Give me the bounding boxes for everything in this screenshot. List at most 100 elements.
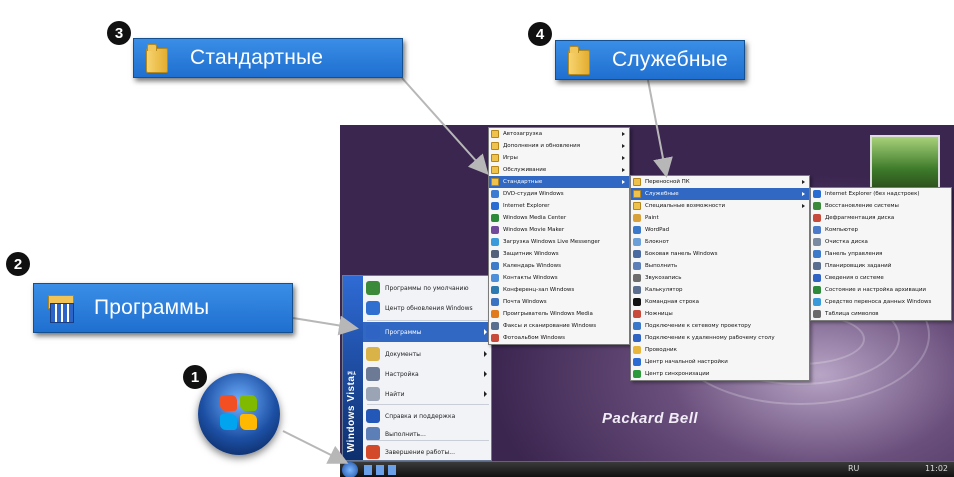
start-menu-item-label: Документы: [385, 350, 421, 358]
system-tools-submenu: Internet Explorer (без надстроек) Восстан…: [810, 187, 952, 321]
menu-item[interactable]: Панель управления: [811, 248, 951, 260]
menu-item[interactable]: Факсы и сканирование Windows: [489, 320, 629, 332]
menu-item[interactable]: Автозагрузка: [489, 128, 629, 140]
program-icon: [633, 250, 641, 258]
menu-item[interactable]: Почта Windows: [489, 296, 629, 308]
submenu-arrow-icon: [484, 391, 487, 397]
program-icon: [491, 238, 499, 246]
program-icon: [813, 226, 821, 234]
menu-item[interactable]: Windows Movie Maker: [489, 224, 629, 236]
menu-item[interactable]: Боковая панель Windows: [631, 248, 809, 260]
menu-item[interactable]: Восстановление системы: [811, 200, 951, 212]
start-menu-item[interactable]: Документы: [363, 344, 492, 364]
menu-item[interactable]: DVD-студия Windows: [489, 188, 629, 200]
program-icon: [491, 250, 499, 258]
menu-item[interactable]: Планировщик заданий: [811, 260, 951, 272]
menu-item[interactable]: Очистка диска: [811, 236, 951, 248]
menu-item[interactable]: Paint: [631, 212, 809, 224]
folder-icon: [146, 44, 168, 73]
run-icon: [366, 427, 380, 441]
menu-item[interactable]: Командная строка: [631, 296, 809, 308]
menu-item[interactable]: Переносной ПК: [631, 176, 809, 188]
quick-launch-icons[interactable]: [364, 465, 398, 475]
menu-item[interactable]: Календарь Windows: [489, 260, 629, 272]
menu-item[interactable]: Выполнить: [631, 260, 809, 272]
menu-item-label: DVD-студия Windows: [503, 191, 564, 197]
menu-item[interactable]: Калькулятор: [631, 284, 809, 296]
menu-item[interactable]: Ножницы: [631, 308, 809, 320]
menu-item[interactable]: Компьютер: [811, 224, 951, 236]
start-menu-item[interactable]: Завершение работы...: [363, 442, 492, 462]
start-menu-item-label: Справка и поддержка: [385, 412, 456, 420]
start-menu: Windows Vista™ Программы по умолчанию Цен…: [342, 275, 492, 461]
menu-item[interactable]: Проводник: [631, 344, 809, 356]
menu-item[interactable]: Звукозапись: [631, 272, 809, 284]
menu-item[interactable]: Подключение к удаленному рабочему столу: [631, 332, 809, 344]
arrow-1: [282, 430, 349, 464]
menu-item[interactable]: Таблица символов: [811, 308, 951, 320]
menu-item[interactable]: Блокнот: [631, 236, 809, 248]
tray-clock[interactable]: 11:02: [925, 464, 948, 473]
menu-item[interactable]: Служебные: [631, 188, 809, 200]
language-indicator[interactable]: RU: [848, 464, 859, 473]
start-menu-item[interactable]: Найти: [363, 384, 492, 404]
start-button[interactable]: [342, 462, 358, 477]
menu-item[interactable]: Проигрыватель Windows Media: [489, 308, 629, 320]
start-menu-band: Windows Vista™: [343, 276, 363, 460]
program-icon: [491, 202, 499, 210]
menu-item[interactable]: Internet Explorer (без надстроек): [811, 188, 951, 200]
windows-update-icon: [366, 301, 380, 315]
menu-item[interactable]: Защитник Windows: [489, 248, 629, 260]
menu-item-label: Контакты Windows: [503, 275, 558, 281]
submenu-arrow-icon: [484, 351, 487, 357]
menu-item[interactable]: Средство переноса данных Windows: [811, 296, 951, 308]
illustration-canvas: Packard Bell Windows Vista™ Программы по…: [0, 0, 954, 477]
start-menu-item[interactable]: Настройка: [363, 364, 492, 384]
desktop-photo-gadget[interactable]: [870, 135, 940, 193]
menu-item[interactable]: Специальные возможности: [631, 200, 809, 212]
menu-item[interactable]: WordPad: [631, 224, 809, 236]
program-icon: [633, 310, 641, 318]
start-menu-item[interactable]: Справка и поддержка: [363, 406, 492, 426]
menu-item[interactable]: Конференц-зал Windows: [489, 284, 629, 296]
shutdown-icon: [366, 445, 380, 459]
submenu-arrow-icon: [802, 192, 805, 196]
documents-icon: [366, 347, 380, 361]
start-menu-item[interactable]: Центр обновления Windows: [363, 298, 492, 318]
menu-item-label: Загрузка Windows Live Messenger: [503, 239, 601, 245]
program-icon: [633, 286, 641, 294]
start-menu-item[interactable]: Выполнить...: [363, 424, 492, 444]
submenu-arrow-icon: [622, 180, 625, 184]
folder-icon: [491, 142, 499, 150]
menu-item[interactable]: Сведения о системе: [811, 272, 951, 284]
menu-item-label: Состояние и настройка архивации: [825, 287, 926, 293]
menu-separator: [367, 440, 489, 441]
menu-item[interactable]: Игры: [489, 152, 629, 164]
brand-logo: Packard Bell: [602, 410, 699, 427]
menu-item[interactable]: Обслуживание: [489, 164, 629, 176]
windows-start-orb-icon: [198, 373, 280, 455]
start-menu-band-text: Windows Vista™: [346, 363, 357, 452]
program-icon: [813, 274, 821, 282]
menu-item[interactable]: Дефрагментация диска: [811, 212, 951, 224]
menu-separator: [367, 404, 489, 405]
menu-item[interactable]: Загрузка Windows Live Messenger: [489, 236, 629, 248]
menu-item[interactable]: Состояние и настройка архивации: [811, 284, 951, 296]
menu-item[interactable]: Подключение к сетевому проектору: [631, 320, 809, 332]
program-icon: [813, 310, 821, 318]
menu-item[interactable]: Центр начальной настройки: [631, 356, 809, 368]
callout-number-1: 1: [183, 365, 207, 389]
menu-item[interactable]: Стандартные: [489, 176, 629, 188]
menu-item[interactable]: Дополнения и обновления: [489, 140, 629, 152]
menu-item[interactable]: Центр синхронизации: [631, 368, 809, 380]
program-icon: [491, 298, 499, 306]
folder-icon: [568, 46, 590, 75]
menu-item[interactable]: Контакты Windows: [489, 272, 629, 284]
start-menu-item[interactable]: Программы: [363, 322, 492, 342]
menu-item[interactable]: Windows Media Center: [489, 212, 629, 224]
menu-item[interactable]: Internet Explorer: [489, 200, 629, 212]
start-menu-item[interactable]: Программы по умолчанию: [363, 278, 492, 298]
default-programs-icon: [366, 281, 380, 295]
windows-logo-icon: [220, 395, 258, 431]
menu-item[interactable]: Фотоальбом Windows: [489, 332, 629, 344]
